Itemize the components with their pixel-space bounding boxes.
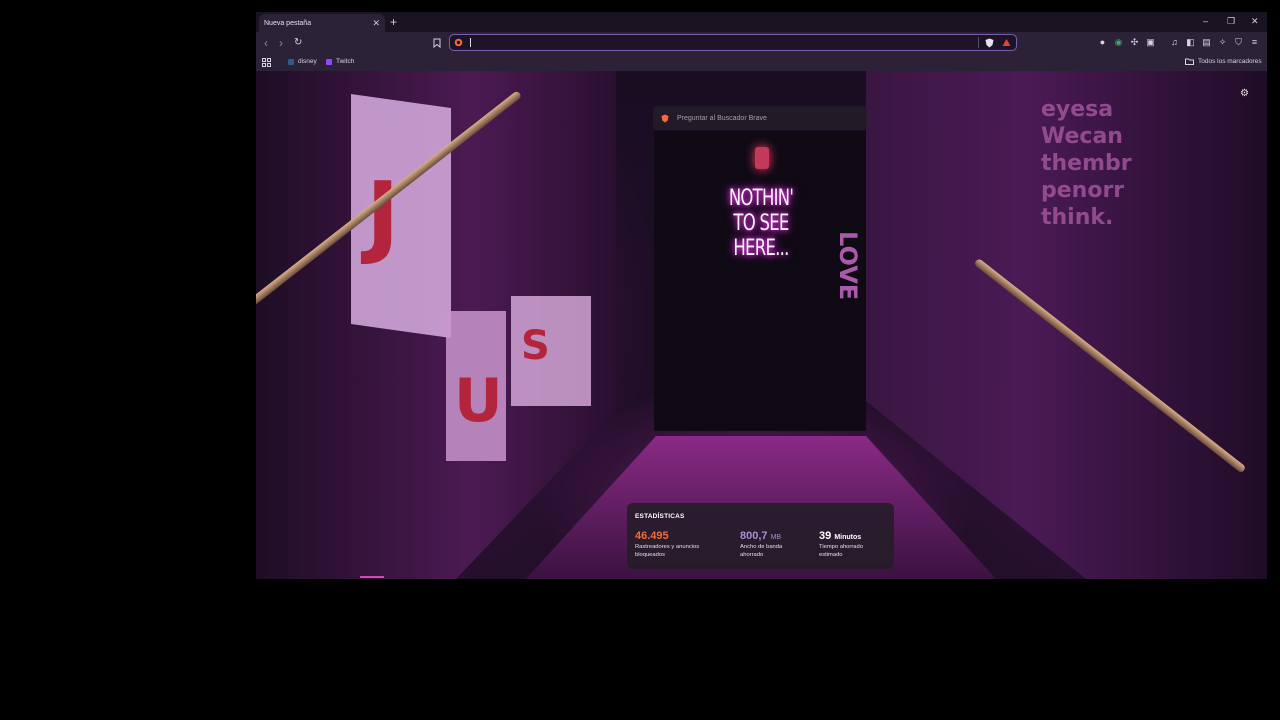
wallpaper-neon-sign: NOTHIN' TO SEE HERE... (728, 186, 794, 261)
customize-settings-icon[interactable]: ⚙ (1240, 88, 1249, 99)
tab-close-icon[interactable]: ✕ (372, 18, 380, 28)
stats-title: ESTADÍSTICAS (635, 513, 685, 520)
folder-icon (1185, 58, 1194, 65)
restore-button[interactable]: ❐ (1227, 16, 1235, 26)
browser-window: Nueva pestaña ✕ + – ❐ ✕ ‹ › ↻ ● ◉ ✣ ▣ ♫ … (256, 12, 1267, 579)
stat-bandwidth-label: Ancho de banda ahorrado (740, 544, 783, 558)
extensions-puzzle-icon[interactable]: ✣ (1130, 38, 1139, 47)
bookmark-label: Twitch (336, 58, 355, 65)
back-button[interactable]: ‹ (264, 36, 268, 50)
wallet-icon[interactable]: ▤ (1202, 38, 1211, 47)
stats-widget: ESTADÍSTICAS 46.495 Rastreadores y anunc… (627, 503, 894, 569)
reload-button[interactable]: ↻ (294, 36, 302, 50)
apps-grid-icon[interactable] (262, 58, 271, 67)
all-bookmarks-button[interactable]: Todos los marcadores (1185, 58, 1262, 65)
stat-time-value: 39 Minutos (819, 530, 862, 542)
extension-box-icon[interactable]: ▣ (1146, 38, 1155, 47)
forward-button[interactable]: › (279, 36, 283, 50)
tab-title: Nueva pestaña (264, 19, 312, 27)
twitch-icon (326, 58, 332, 65)
minimize-button[interactable]: – (1203, 16, 1208, 26)
brave-search-icon (454, 38, 463, 47)
tab-strip: Nueva pestaña ✕ + – ❐ ✕ (256, 12, 1267, 32)
menu-icon[interactable]: ≡ (1250, 38, 1259, 47)
bookmark-disney[interactable]: disney (288, 58, 317, 65)
media-music-icon[interactable]: ♫ (1170, 38, 1179, 47)
bookmarks-bar: disney Twitch Todos los marcadores (256, 54, 1267, 71)
extension-circle-icon[interactable]: ● (1098, 38, 1107, 47)
wallpaper-graffiti: eyesa Wecan thembr penorr think. (1041, 97, 1132, 230)
brave-rewards-icon[interactable] (1002, 38, 1011, 47)
brave-shields-icon[interactable] (985, 38, 994, 48)
new-tab-button[interactable]: + (390, 15, 397, 29)
sidebar-icon[interactable]: ◧ (1186, 38, 1195, 47)
wallpaper-red-light (755, 147, 769, 169)
navigation-toolbar: ‹ › ↻ ● ◉ ✣ ▣ ♫ ◧ ▤ ✧ ⛉ ≡ (256, 32, 1267, 54)
address-input[interactable] (470, 38, 471, 47)
close-window-button[interactable]: ✕ (1251, 16, 1259, 26)
stat-trackers-value: 46.495 (635, 530, 669, 542)
stat-bandwidth-value: 800,7 MB (740, 530, 782, 542)
page-indicator (360, 576, 384, 578)
brave-lion-icon (661, 114, 669, 122)
new-tab-page: J U S eyesa Wecan thembr penorr think. LOVE … (256, 71, 1267, 579)
bookmark-twitch[interactable]: Twitch (326, 58, 354, 65)
wallpaper-letter: U (454, 366, 503, 436)
stat-trackers-label: Rastreadores y anuncios bloqueados (635, 544, 700, 558)
address-bar[interactable] (449, 34, 1017, 51)
stat-time-label: Tiempo ahorrado estimado (819, 544, 863, 558)
wallpaper-graffiti: LOVE (834, 231, 862, 301)
bookmark-icon[interactable] (433, 38, 441, 48)
divider (978, 37, 979, 48)
disney-icon (288, 58, 294, 65)
tab-new-tab[interactable]: Nueva pestaña ✕ (259, 14, 385, 32)
bookmark-label: disney (298, 58, 317, 65)
search-placeholder: Preguntar al Buscador Brave (677, 114, 767, 122)
wallpaper-letter: S (521, 323, 550, 369)
vpn-shield-icon[interactable]: ⛉ (1234, 38, 1243, 47)
extension-green-icon[interactable]: ◉ (1114, 38, 1123, 47)
leo-ai-icon[interactable]: ✧ (1218, 38, 1227, 47)
search-box[interactable]: Preguntar al Buscador Brave (653, 106, 867, 130)
all-bookmarks-label: Todos los marcadores (1198, 58, 1262, 65)
